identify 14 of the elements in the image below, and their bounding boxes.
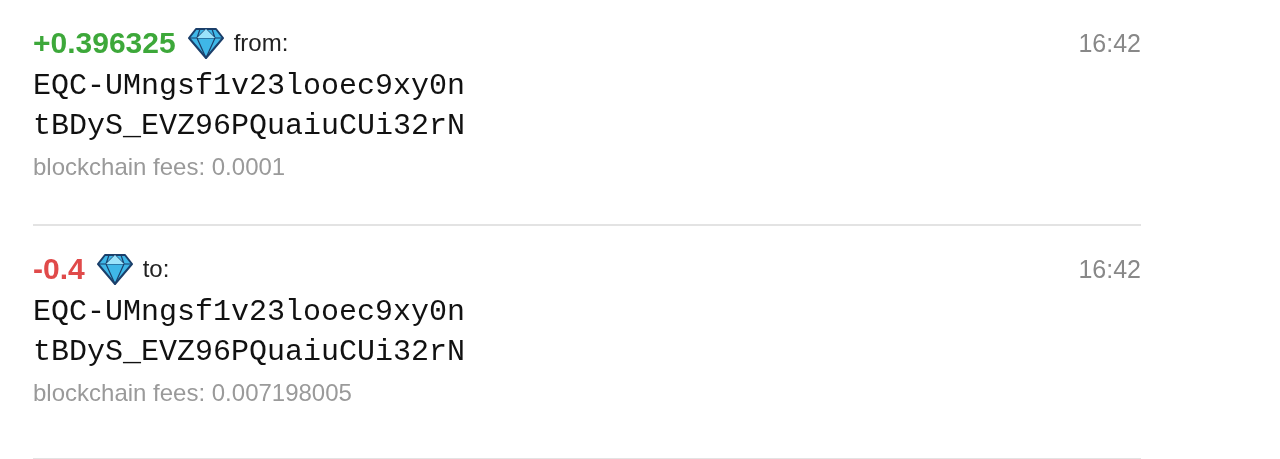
- wallet-address: EQC-UMngsf1v23looec9xy0n: [33, 68, 467, 105]
- time: 16:42: [1078, 28, 1141, 58]
- amount: -0.4: [33, 252, 85, 286]
- diamond-icon: [96, 253, 133, 285]
- time: 16:42: [1078, 254, 1141, 284]
- direction-label: from:: [233, 29, 289, 57]
- diamond-icon: [187, 27, 224, 59]
- wallet-address: tBDyS_EVZ96PQuaiuCUi32rN: [33, 108, 467, 145]
- wallet-address: tBDyS_EVZ96PQuaiuCUi32rN: [33, 334, 467, 371]
- fees: blockchain fees: 0.0001: [33, 152, 287, 182]
- amount: +0.396325: [33, 26, 176, 60]
- wallet-address: EQC-UMngsf1v23looec9xy0n: [33, 294, 467, 331]
- direction-label: to:: [142, 255, 170, 283]
- fees: blockchain fees: 0.007198005: [33, 378, 353, 408]
